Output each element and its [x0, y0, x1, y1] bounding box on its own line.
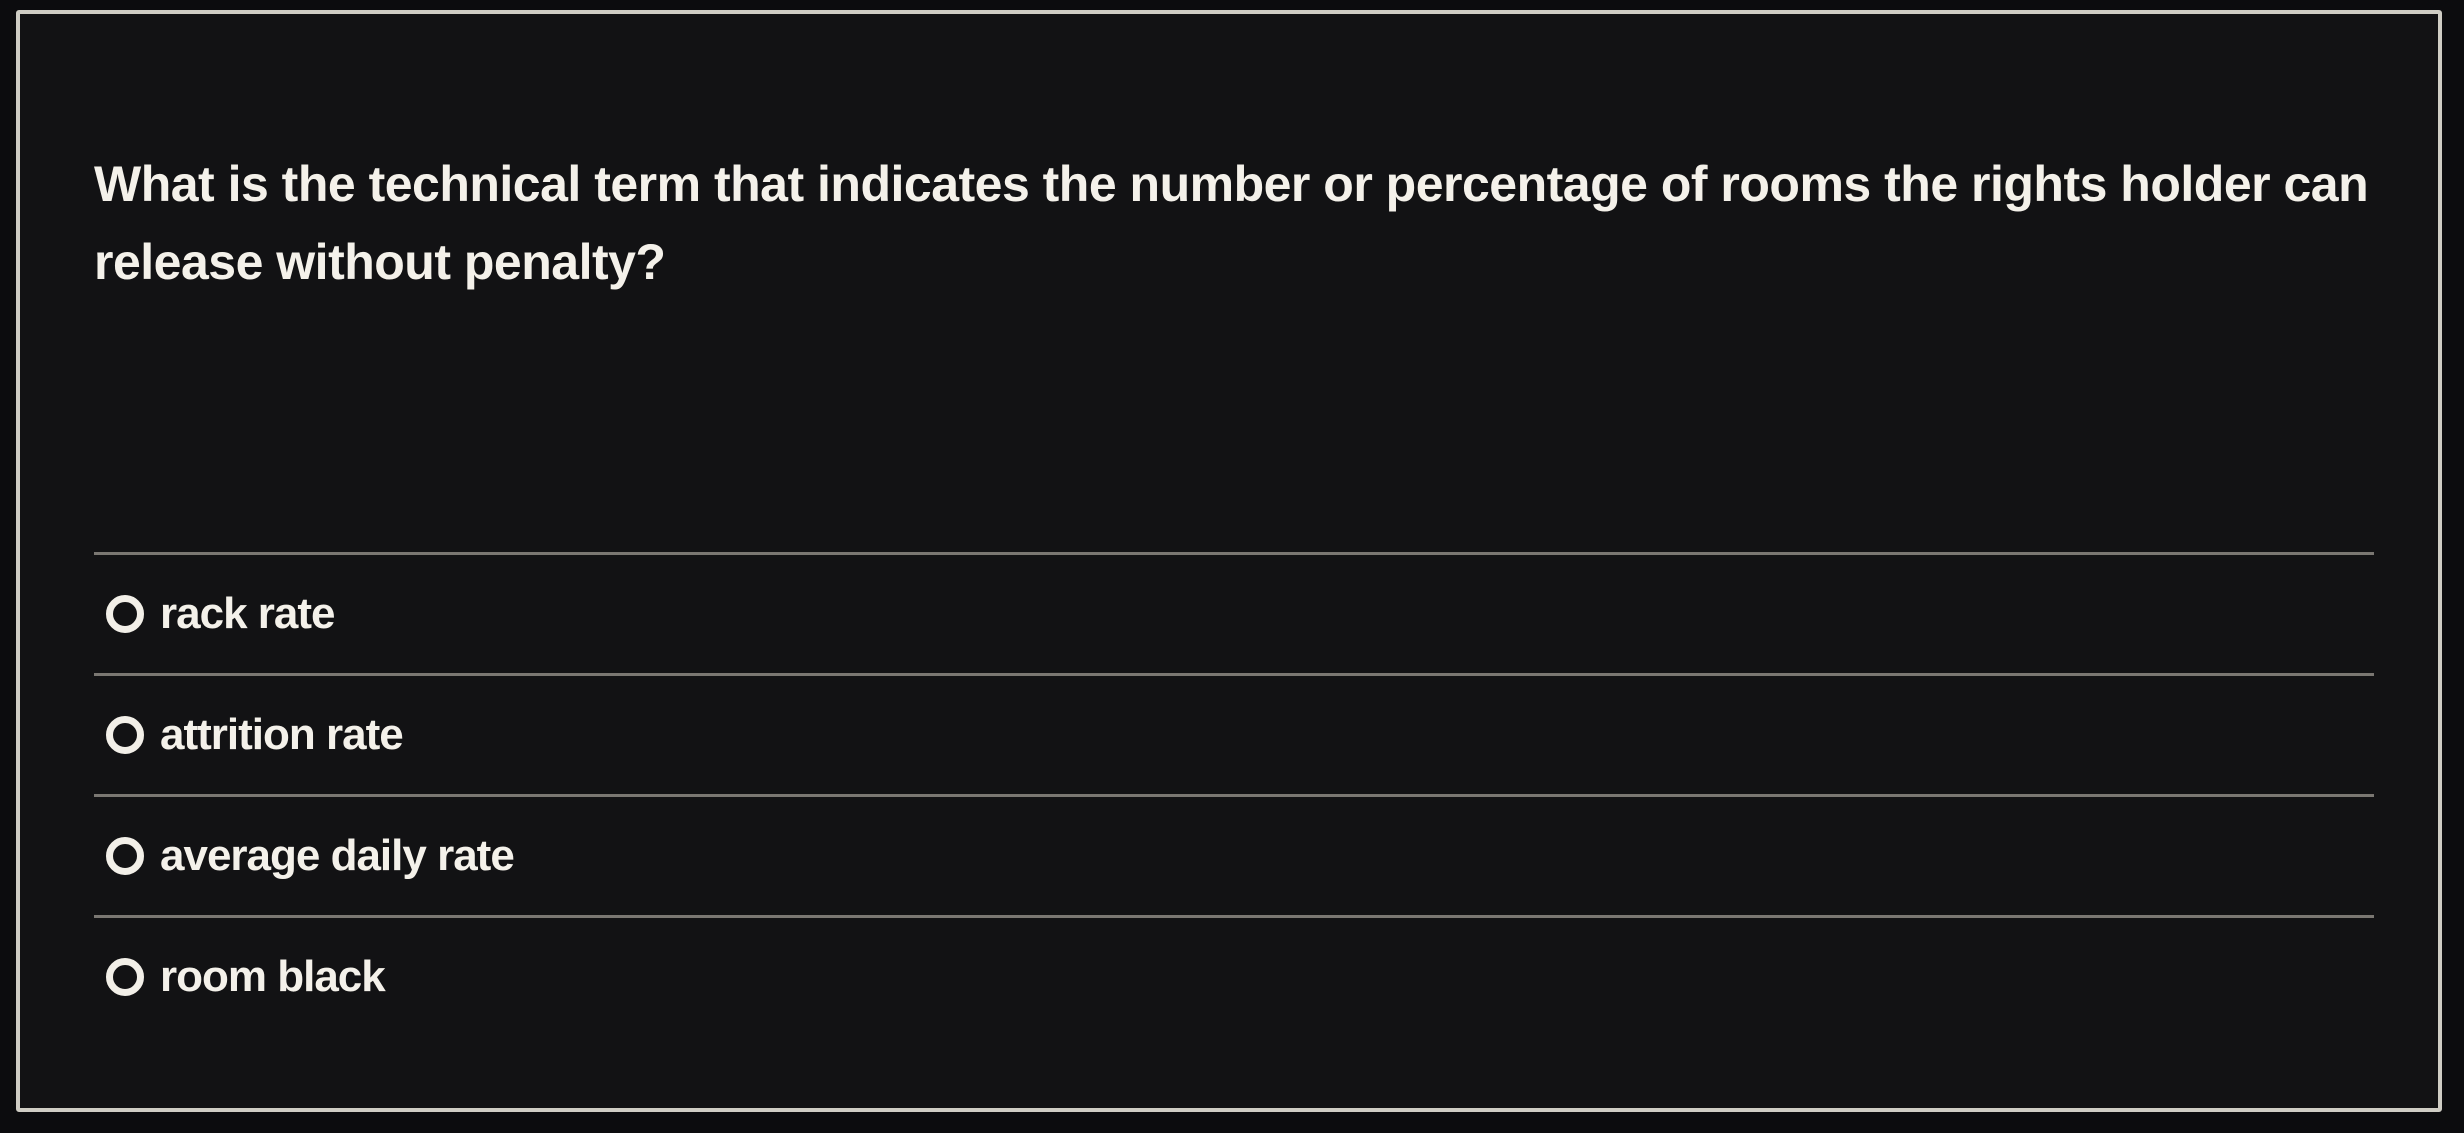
radio-button-icon[interactable] [106, 716, 144, 754]
option-label: room black [160, 952, 386, 1001]
option-divider [94, 673, 2374, 676]
question-text: What is the technical term that indicate… [94, 156, 2369, 290]
option-label: rack rate [160, 589, 335, 638]
option-room-black[interactable]: room black [94, 918, 2374, 1036]
option-attrition-rate[interactable]: attrition rate [94, 676, 2374, 794]
option-average-daily-rate[interactable]: average daily rate [94, 797, 2374, 915]
option-rack-rate[interactable]: rack rate [94, 555, 2374, 673]
radio-button-icon[interactable] [106, 958, 144, 996]
radio-button-icon[interactable] [106, 595, 144, 633]
option-divider [94, 552, 2374, 555]
option-divider [94, 915, 2374, 918]
answer-options: rack rate attrition rate average daily r… [94, 552, 2374, 1036]
option-label: attrition rate [160, 710, 404, 759]
screen: What is the technical term that indicate… [0, 0, 2464, 1133]
radio-button-icon[interactable] [106, 837, 144, 875]
option-divider [94, 794, 2374, 797]
option-label: average daily rate [160, 831, 515, 880]
